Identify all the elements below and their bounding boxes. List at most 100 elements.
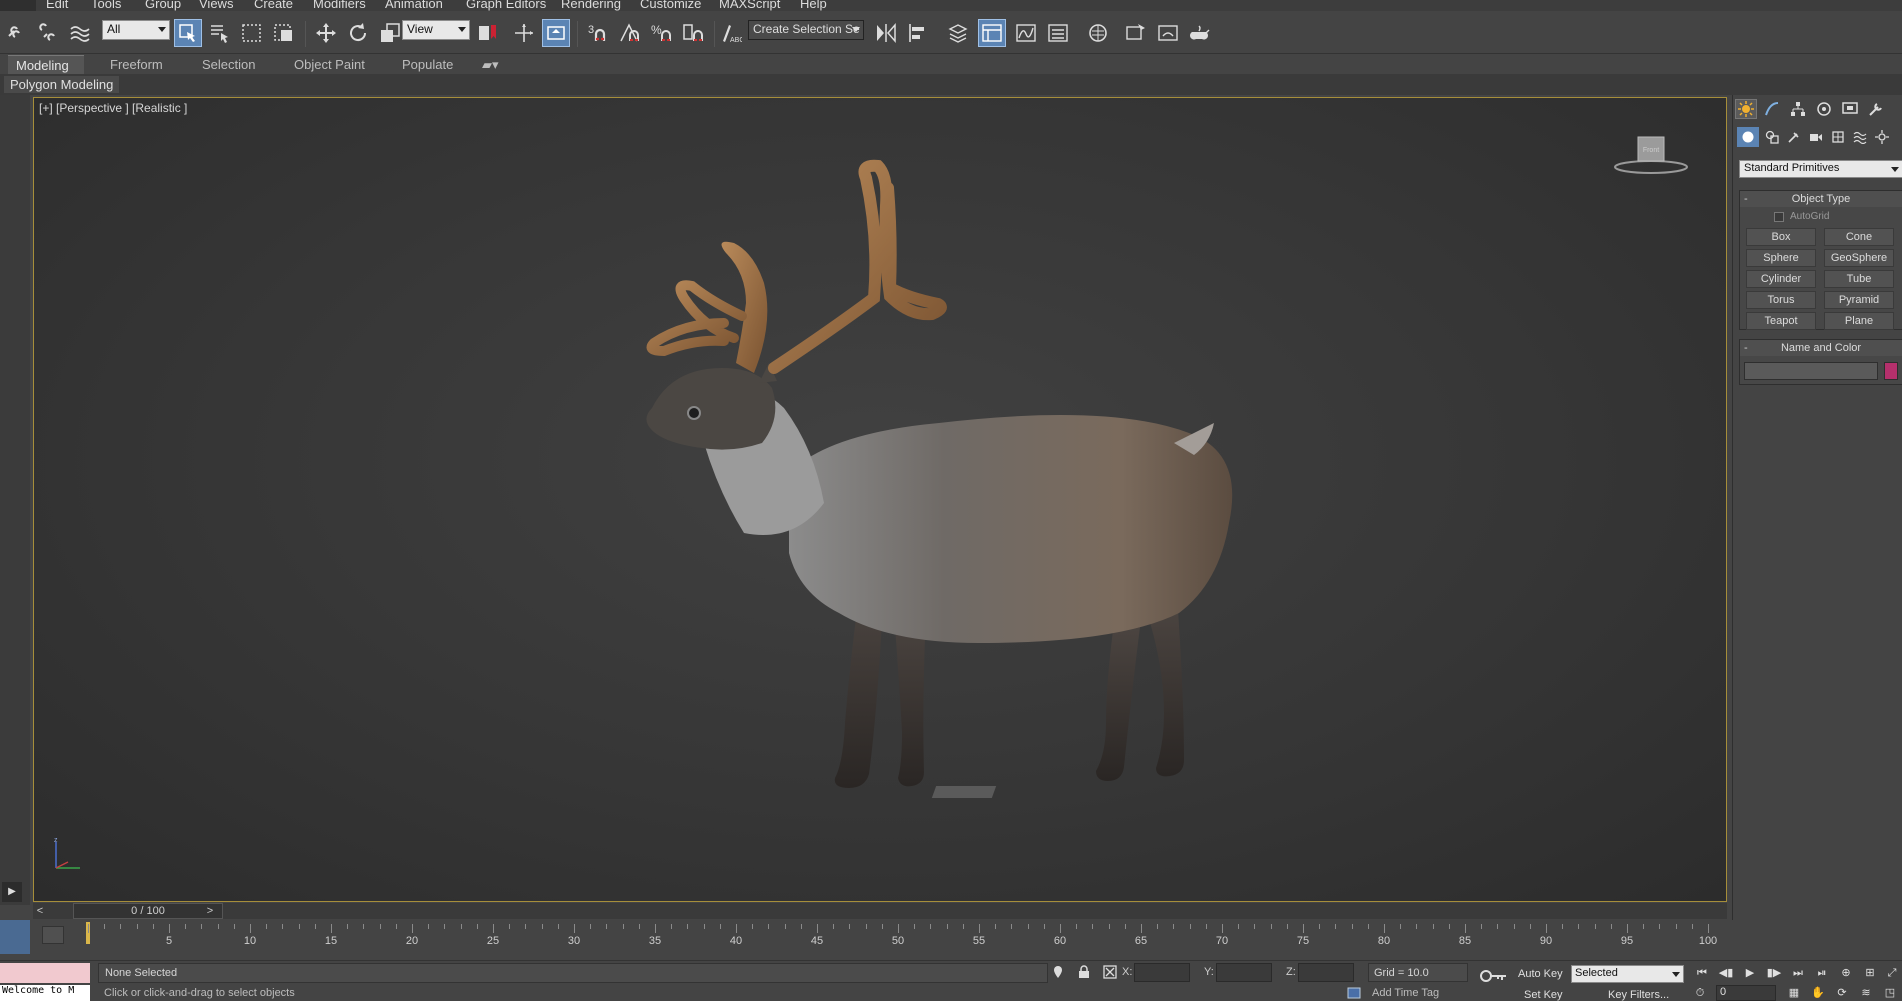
select-object-icon[interactable]	[174, 19, 202, 47]
next-frame-icon[interactable]: ▮▶	[1764, 965, 1784, 981]
selection-filter-dropdown[interactable]: All	[102, 20, 170, 40]
select-and-link-icon[interactable]	[2, 19, 30, 47]
time-slider-next-button[interactable]: >	[203, 904, 217, 918]
curve-editor-icon[interactable]	[1012, 19, 1040, 47]
auto-key-button[interactable]: Auto Key	[1518, 968, 1563, 980]
frame-ruler[interactable]: 5 10 15 20 25 30 35 40 45 50 55 60 65 70 75 80 85 90 95 100	[86, 920, 1726, 960]
tab-selection[interactable]: Selection	[194, 55, 263, 74]
display-tab-icon[interactable]	[1839, 99, 1861, 119]
snaps-toggle-icon[interactable]: 3	[584, 19, 612, 47]
viewport-layout-tab-expand-icon[interactable]: ▶	[2, 882, 22, 902]
maxscript-mini-listener-top[interactable]	[0, 963, 90, 983]
time-configuration-icon[interactable]: ⏱	[1690, 985, 1710, 1001]
time-slider-previous-button[interactable]: <	[33, 904, 47, 918]
menu-edit[interactable]: Edit	[46, 0, 68, 11]
time-slider-thumb[interactable]: 0 / 100	[73, 903, 223, 919]
tab-modeling[interactable]: Modeling	[8, 55, 84, 74]
edit-named-selection-icon[interactable]: ABC	[716, 19, 744, 47]
spinner-snap-toggle-icon[interactable]	[680, 19, 708, 47]
autogrid-checkbox-box[interactable]	[1774, 211, 1784, 222]
hierarchy-tab-icon[interactable]	[1787, 99, 1809, 119]
key-mode-dropdown[interactable]: Selected	[1571, 965, 1684, 983]
mini-curve-editor-toggle[interactable]	[0, 920, 30, 954]
app-logo[interactable]	[0, 0, 36, 11]
zoom-icon[interactable]: ⊕	[1836, 965, 1856, 981]
menu-rendering[interactable]: Rendering	[561, 0, 621, 11]
use-pivot-center-icon[interactable]	[474, 19, 502, 47]
window-crossing-icon[interactable]	[270, 19, 298, 47]
motion-tab-icon[interactable]	[1813, 99, 1835, 119]
pan-view-icon[interactable]: ✋	[1808, 985, 1828, 1001]
mirror-icon[interactable]	[872, 19, 900, 47]
ribbon-options-button[interactable]: ▰▾	[474, 55, 507, 74]
orbit-icon[interactable]: ⟳	[1832, 985, 1852, 1001]
toggle-layer-explorer-icon[interactable]	[978, 19, 1006, 47]
reindeer-model[interactable]	[574, 143, 1254, 823]
current-frame-field[interactable]: 0	[1716, 985, 1776, 1001]
pyramid-button[interactable]: Pyramid	[1824, 291, 1894, 309]
time-tag-icon[interactable]	[1346, 985, 1362, 1001]
align-icon[interactable]	[904, 19, 932, 47]
rendered-frame-window-icon[interactable]	[1154, 19, 1182, 47]
key-mode-toggle-icon[interactable]: ⏯	[1812, 965, 1832, 981]
tab-object-paint[interactable]: Object Paint	[286, 55, 373, 74]
primitive-category-dropdown[interactable]: Standard Primitives	[1739, 160, 1902, 178]
object-color-swatch[interactable]	[1884, 362, 1898, 380]
trackbar-filter-icon[interactable]	[42, 926, 64, 944]
menu-group[interactable]: Group	[145, 0, 181, 11]
cone-button[interactable]: Cone	[1824, 228, 1894, 246]
utilities-tab-icon[interactable]	[1865, 99, 1887, 119]
geometry-category-icon[interactable]	[1737, 127, 1759, 147]
menu-help[interactable]: Help	[800, 0, 827, 11]
viewport-label-menu[interactable]: [+] [Perspective ] [Realistic ]	[39, 101, 187, 115]
name-and-color-rollout-header[interactable]: - Name and Color	[1740, 340, 1902, 356]
previous-frame-icon[interactable]: ◀▮	[1716, 965, 1736, 981]
menu-maxscript[interactable]: MAXScript	[719, 0, 780, 11]
maximize-viewport-icon[interactable]: ⤢	[1882, 965, 1902, 981]
cylinder-button[interactable]: Cylinder	[1746, 270, 1816, 288]
object-name-field[interactable]	[1744, 362, 1878, 380]
tab-populate[interactable]: Populate	[394, 55, 461, 74]
modify-tab-icon[interactable]	[1761, 99, 1783, 119]
unlink-selection-icon[interactable]	[34, 19, 62, 47]
cameras-category-icon[interactable]	[1805, 127, 1827, 147]
play-icon[interactable]: ▶	[1740, 965, 1760, 981]
teapot-button[interactable]: Teapot	[1746, 312, 1816, 330]
named-selection-sets-dropdown[interactable]: Create Selection Se	[748, 20, 864, 40]
z-coordinate-field[interactable]	[1298, 963, 1354, 982]
schematic-view-icon[interactable]	[1044, 19, 1072, 47]
menu-create[interactable]: Create	[254, 0, 293, 11]
add-time-tag-button[interactable]: Add Time Tag	[1372, 987, 1439, 999]
viewcube-icon[interactable]: Front	[1611, 133, 1691, 178]
selection-lock-icon[interactable]	[1076, 964, 1092, 980]
min-max-toggle-icon[interactable]: ◳	[1880, 985, 1900, 1001]
percent-snap-toggle-icon[interactable]: %	[648, 19, 676, 47]
select-and-scale-icon[interactable]	[376, 19, 404, 47]
absolute-mode-transform-icon[interactable]	[1102, 964, 1118, 980]
select-and-rotate-icon[interactable]	[344, 19, 372, 47]
set-key-button[interactable]: Set Key	[1524, 989, 1563, 1001]
helpers-category-icon[interactable]	[1827, 127, 1849, 147]
reference-coordinate-dropdown[interactable]: View	[402, 20, 470, 40]
menu-animation[interactable]: Animation	[385, 0, 443, 11]
polygon-modeling-panel-button[interactable]: Polygon Modeling	[4, 76, 120, 93]
select-and-manipulate-icon[interactable]	[510, 19, 538, 47]
select-and-move-icon[interactable]	[312, 19, 340, 47]
key-filters-button[interactable]: Key Filters...	[1608, 989, 1669, 1001]
set-keys-key-icon[interactable]	[1478, 969, 1508, 983]
menu-graph-editors[interactable]: Graph Editors	[466, 0, 546, 11]
rectangular-selection-region-icon[interactable]	[238, 19, 266, 47]
material-editor-icon[interactable]	[1084, 19, 1112, 47]
box-button[interactable]: Box	[1746, 228, 1816, 246]
time-slider[interactable]: < 0 / 100 >	[33, 903, 1727, 919]
space-warps-category-icon[interactable]	[1849, 127, 1871, 147]
x-coordinate-field[interactable]	[1134, 963, 1190, 982]
y-coordinate-field[interactable]	[1216, 963, 1272, 982]
angle-snap-toggle-icon[interactable]	[616, 19, 644, 47]
menu-tools[interactable]: Tools	[91, 0, 121, 11]
sphere-button[interactable]: Sphere	[1746, 249, 1816, 267]
lights-category-icon[interactable]	[1783, 127, 1805, 147]
geosphere-button[interactable]: GeoSphere	[1824, 249, 1894, 267]
select-by-name-icon[interactable]	[206, 19, 234, 47]
tube-button[interactable]: Tube	[1824, 270, 1894, 288]
